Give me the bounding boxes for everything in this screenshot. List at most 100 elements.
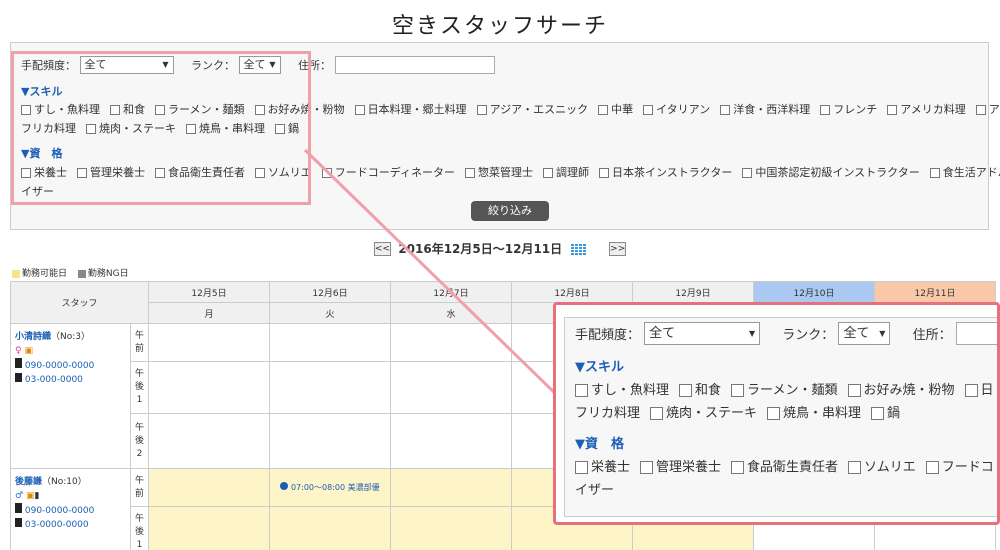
checkbox-option[interactable]: ソムリエ	[848, 456, 916, 475]
day-cell[interactable]: 07:00〜08:00 美濃部優	[269, 468, 391, 507]
zoom-freq-select[interactable]: 全て ▼	[644, 322, 761, 345]
checkbox-option[interactable]: 和食	[679, 379, 721, 398]
next-week-button[interactable]: >>	[609, 241, 627, 256]
checkbox[interactable]	[543, 168, 554, 178]
staff-no: （No:3）	[51, 332, 91, 342]
checkbox[interactable]	[575, 461, 588, 474]
checkbox-option[interactable]: フードコーディネーター	[321, 164, 456, 180]
checkbox[interactable]	[731, 461, 745, 474]
zoom-address-input[interactable]	[955, 322, 997, 345]
zoom-address-label: 住所：	[912, 328, 952, 343]
checkbox-option[interactable]: 日本茶インストラクター	[599, 164, 732, 180]
checkbox-label: アメリカ料理	[900, 103, 966, 116]
day-cell[interactable]	[390, 468, 512, 507]
checkbox-label: 和食	[695, 383, 722, 398]
checkbox-option[interactable]: 管理栄養士	[640, 456, 721, 475]
checkbox[interactable]	[887, 105, 898, 115]
staff-tel[interactable]: 03-000-0000	[25, 375, 83, 385]
checkbox-option[interactable]: フードコ	[925, 456, 994, 475]
checkbox-option[interactable]: 焼肉・ステーキ	[650, 402, 757, 421]
day-cell[interactable]	[390, 361, 512, 414]
checkbox[interactable]	[321, 168, 332, 178]
day-cell[interactable]	[390, 323, 512, 362]
day-cell[interactable]	[148, 323, 270, 362]
checkbox-label: フリカ料理	[575, 406, 641, 421]
checkbox-option[interactable]: お好み焼・粉物	[847, 379, 955, 398]
checkbox-option[interactable]: 洋食・西洋料理	[720, 101, 810, 117]
checkbox-label: ソムリエ	[864, 460, 916, 475]
staff-mobile[interactable]: 090-0000-0000	[25, 361, 94, 371]
checkbox[interactable]	[354, 105, 365, 115]
checkbox-option[interactable]: フリカ料理	[575, 402, 640, 421]
checkbox[interactable]	[767, 407, 781, 420]
checkbox[interactable]	[925, 461, 939, 474]
checkbox[interactable]	[643, 105, 654, 115]
checkbox[interactable]	[640, 461, 654, 474]
calendar-icon[interactable]	[569, 242, 586, 255]
checkbox-label: フードコーディネーター	[334, 166, 456, 179]
address-input[interactable]	[334, 56, 495, 74]
checkbox[interactable]	[820, 105, 831, 115]
day-cell[interactable]	[269, 506, 391, 550]
day-cell[interactable]	[148, 506, 270, 550]
day-cell[interactable]	[269, 361, 391, 414]
day-cell[interactable]	[148, 468, 270, 507]
checkbox-option[interactable]: すし・魚料理	[575, 379, 669, 398]
checkbox[interactable]	[679, 384, 693, 397]
staff-name-link[interactable]: 小清詩織	[15, 332, 51, 342]
person-icon: ♀	[15, 346, 22, 356]
checkbox[interactable]	[650, 407, 664, 420]
checkbox-option[interactable]: 食生活アドバイ	[929, 164, 1000, 180]
checkbox[interactable]	[599, 168, 610, 178]
day-cell[interactable]	[390, 413, 512, 469]
day-cell[interactable]	[269, 413, 391, 469]
checkbox-label: 洋食・西洋料理	[733, 103, 811, 116]
zoom-skill-header[interactable]: ▼スキル	[575, 356, 997, 375]
checkbox[interactable]	[742, 168, 753, 178]
shift-entry[interactable]: 07:00〜08:00 美濃部優	[280, 482, 380, 492]
checkbox[interactable]	[575, 384, 588, 397]
checkbox[interactable]	[847, 384, 861, 397]
zoom-skill-row2: フリカ料理 焼肉・ステーキ 焼鳥・串料理 鍋	[575, 402, 997, 421]
checkbox-option[interactable]: 調理師	[543, 164, 589, 180]
checkbox[interactable]	[848, 461, 862, 474]
checkbox-option[interactable]: ラーメン・麺類	[731, 379, 838, 398]
checkbox-label: フレンチ	[833, 103, 878, 116]
checkbox-option[interactable]: 惣菜管理士	[465, 164, 533, 180]
checkbox-option[interactable]: 食品衛生責任者	[731, 456, 838, 475]
day-cell[interactable]	[269, 323, 391, 362]
checkbox[interactable]	[871, 407, 885, 420]
checkbox-option[interactable]: 焼鳥・串料理	[767, 402, 861, 421]
checkbox-option[interactable]: 栄養士	[575, 456, 630, 475]
staff-tel[interactable]: 03-0000-0000	[25, 520, 89, 530]
zoom-rank-select[interactable]: 全て ▼	[838, 322, 891, 345]
day-cell[interactable]	[390, 506, 512, 550]
checkbox[interactable]	[929, 168, 940, 178]
checkbox[interactable]	[720, 105, 731, 115]
checkbox[interactable]	[964, 384, 978, 397]
zoom-qual-header[interactable]: ▼資 格	[575, 433, 997, 452]
day-cell[interactable]	[148, 361, 270, 414]
checkbox-option[interactable]: 中国茶認定初級インストラクター	[742, 164, 920, 180]
checkbox-option[interactable]: 中華	[598, 101, 633, 117]
checkbox[interactable]	[975, 105, 986, 115]
checkbox[interactable]	[465, 168, 476, 178]
checkbox-option[interactable]: 日本料理・郷土料理	[354, 101, 467, 117]
checkbox[interactable]	[598, 105, 609, 115]
checkbox-option[interactable]: イザー	[575, 479, 614, 498]
checkbox-option[interactable]: ア	[975, 101, 1000, 117]
day-cell[interactable]	[148, 413, 270, 469]
staff-name-link[interactable]: 後藤謙	[15, 477, 42, 487]
filter-submit-button[interactable]: 絞り込み	[471, 201, 549, 221]
checkbox-option[interactable]: アジア・エスニック	[476, 101, 588, 117]
staff-mobile[interactable]: 090-0000-0000	[25, 506, 94, 516]
checkbox-option[interactable]: イタリアン	[643, 101, 710, 117]
checkbox-option[interactable]: アメリカ料理	[887, 101, 966, 117]
checkbox[interactable]	[476, 105, 487, 115]
prev-week-button[interactable]: <<	[373, 241, 391, 256]
checkbox-option[interactable]: 日	[964, 379, 994, 398]
checkbox-option[interactable]: 鍋	[871, 402, 900, 421]
checkbox-option[interactable]: フレンチ	[820, 101, 877, 117]
date-header: 12月5日	[148, 281, 270, 303]
checkbox[interactable]	[731, 384, 745, 397]
